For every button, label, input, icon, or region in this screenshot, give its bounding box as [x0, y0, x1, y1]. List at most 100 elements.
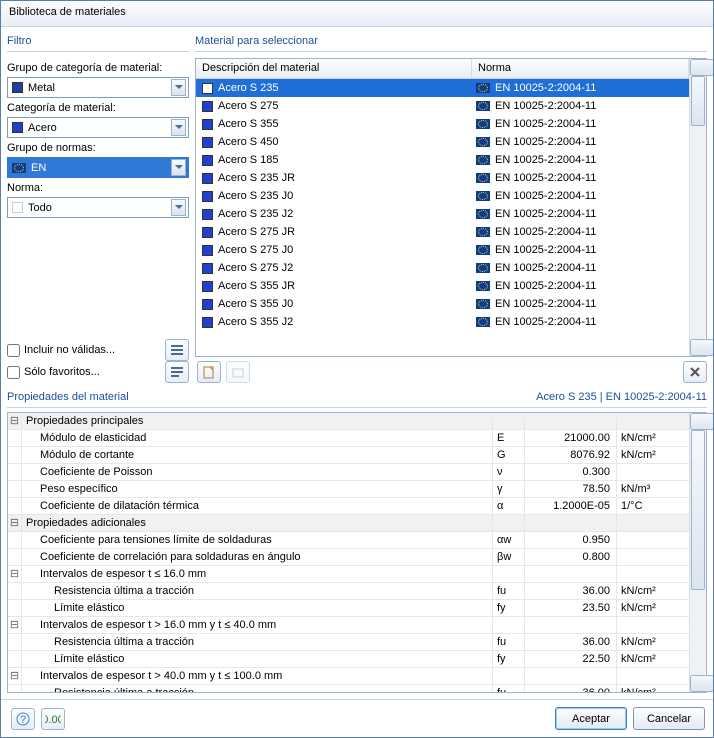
new-material-button[interactable] — [197, 361, 221, 383]
property-name: Coeficiente de correlación para soldadur… — [22, 549, 493, 565]
property-name: Propiedades adicionales — [22, 515, 493, 531]
cancel-button[interactable]: Cancelar — [633, 707, 705, 730]
delete-x-icon — [688, 365, 702, 379]
material-swatch — [202, 137, 213, 148]
property-row: Coeficiente de correlación para soldadur… — [8, 549, 689, 566]
property-name: Resistencia última a tracción — [22, 685, 493, 692]
norms-group-combo[interactable]: EN — [7, 157, 189, 178]
favorites-options-button[interactable] — [165, 361, 189, 383]
property-name: Coeficiente de Poisson — [22, 464, 493, 480]
properties-title: Propiedades del material — [7, 391, 129, 403]
property-value: 36.00 — [525, 685, 617, 692]
material-desc: Acero S 355 JR — [218, 280, 295, 292]
material-row[interactable]: Acero S 275 J2EN 10025-2:2004-11 — [196, 259, 689, 277]
delete-button[interactable] — [683, 361, 707, 383]
norm-combo[interactable]: Todo — [7, 197, 189, 218]
material-desc: Acero S 185 — [218, 154, 279, 166]
property-symbol: fu — [493, 583, 525, 599]
steel-swatch — [12, 122, 23, 133]
ok-button[interactable]: Aceptar — [555, 707, 627, 730]
property-value: 0.950 — [525, 532, 617, 548]
eu-flag-icon — [476, 245, 490, 255]
only-favorites-checkbox[interactable] — [7, 366, 20, 379]
material-row[interactable]: Acero S 355 JREN 10025-2:2004-11 — [196, 277, 689, 295]
material-swatch — [202, 101, 213, 112]
property-row: Coeficiente de Poissonν0.300 — [8, 464, 689, 481]
material-toolbar — [195, 361, 707, 383]
material-row[interactable]: Acero S 275EN 10025-2:2004-11 — [196, 97, 689, 115]
vertical-scrollbar[interactable] — [689, 59, 706, 356]
category-label: Categoría de material: — [7, 102, 189, 114]
property-name: Límite elástico — [22, 651, 493, 667]
norm-label: Norma: — [7, 182, 189, 194]
scroll-up-button[interactable] — [690, 59, 713, 76]
material-swatch — [202, 83, 213, 94]
blank-swatch — [12, 202, 23, 213]
col-description[interactable]: Descripción del material — [196, 59, 472, 78]
only-favorites-check[interactable]: Sólo favoritos... — [7, 366, 100, 379]
props-vertical-scrollbar[interactable] — [689, 413, 706, 692]
col-norm[interactable]: Norma — [472, 59, 689, 78]
property-unit — [617, 532, 689, 548]
material-desc: Acero S 275 J0 — [218, 244, 293, 256]
material-desc: Acero S 235 J2 — [218, 208, 293, 220]
material-swatch — [202, 119, 213, 130]
group-category-label: Grupo de categoría de material: — [7, 62, 189, 74]
category-combo[interactable]: Acero — [7, 117, 189, 138]
filter-options-button[interactable] — [165, 339, 189, 361]
property-row: ⊟Intervalos de espesor t ≤ 16.0 mm — [8, 566, 689, 583]
material-row[interactable]: Acero S 235 JREN 10025-2:2004-11 — [196, 169, 689, 187]
eu-flag-icon — [476, 101, 490, 111]
scroll-thumb[interactable] — [691, 76, 705, 126]
import-button[interactable] — [226, 361, 250, 383]
eu-flag-icon — [476, 191, 490, 201]
material-row[interactable]: Acero S 235 J2EN 10025-2:2004-11 — [196, 205, 689, 223]
property-row: Coeficiente para tensiones límite de sol… — [8, 532, 689, 549]
group-category-combo[interactable]: Metal — [7, 77, 189, 98]
property-symbol: fu — [493, 685, 525, 692]
scroll-up-button[interactable] — [690, 413, 713, 430]
property-row: ⊟Intervalos de espesor t > 40.0 mm y t ≤… — [8, 668, 689, 685]
material-row[interactable]: Acero S 450EN 10025-2:2004-11 — [196, 133, 689, 151]
property-name: Resistencia última a tracción — [22, 583, 493, 599]
materials-title: Material para seleccionar — [195, 33, 707, 52]
eu-flag-icon — [476, 83, 490, 93]
property-row: Resistencia última a tracciónfu36.00kN/c… — [8, 583, 689, 600]
help-icon: ? — [16, 712, 30, 726]
property-unit: kN/m³ — [617, 481, 689, 497]
property-name: Módulo de cortante — [22, 447, 493, 463]
scroll-down-button[interactable] — [690, 339, 713, 356]
svg-text:0.00: 0.00 — [45, 714, 61, 726]
material-panel: Material para seleccionar Descripción de… — [195, 33, 707, 383]
property-row: Resistencia última a tracciónfu36.00kN/c… — [8, 685, 689, 692]
material-row[interactable]: Acero S 355 J0EN 10025-2:2004-11 — [196, 295, 689, 313]
material-list-header: Descripción del material Norma — [196, 59, 689, 79]
units-button[interactable]: 0.00 — [41, 708, 65, 730]
material-row[interactable]: Acero S 355EN 10025-2:2004-11 — [196, 115, 689, 133]
window-title: Biblioteca de materiales — [1, 1, 713, 27]
material-row[interactable]: Acero S 275 JREN 10025-2:2004-11 — [196, 223, 689, 241]
material-desc: Acero S 235 — [218, 82, 279, 94]
material-norm: EN 10025-2:2004-11 — [495, 262, 596, 274]
material-desc: Acero S 275 JR — [218, 226, 295, 238]
material-row[interactable]: Acero S 355 J2EN 10025-2:2004-11 — [196, 313, 689, 331]
include-invalid-checkbox[interactable] — [7, 344, 20, 357]
material-norm: EN 10025-2:2004-11 — [495, 172, 596, 184]
help-button[interactable]: ? — [11, 708, 35, 730]
include-invalid-check[interactable]: Incluir no válidas... — [7, 344, 115, 357]
upper-area: Filtro Grupo de categoría de material: M… — [7, 33, 707, 383]
scroll-down-button[interactable] — [690, 675, 713, 692]
material-row[interactable]: Acero S 185EN 10025-2:2004-11 — [196, 151, 689, 169]
material-norm: EN 10025-2:2004-11 — [495, 82, 596, 94]
material-row[interactable]: Acero S 275 J0EN 10025-2:2004-11 — [196, 241, 689, 259]
eu-flag-icon — [476, 281, 490, 291]
material-swatch — [202, 209, 213, 220]
material-desc: Acero S 355 — [218, 118, 279, 130]
scroll-thumb[interactable] — [691, 430, 705, 590]
material-row[interactable]: Acero S 235 EN 10025-2:2004-11 — [196, 79, 689, 97]
property-row: Módulo de cortanteG8076.92kN/cm² — [8, 447, 689, 464]
list-check-icon — [170, 365, 184, 379]
property-row: Módulo de elasticidadE21000.00kN/cm² — [8, 430, 689, 447]
material-row[interactable]: Acero S 235 J0EN 10025-2:2004-11 — [196, 187, 689, 205]
property-unit: kN/cm² — [617, 583, 689, 599]
